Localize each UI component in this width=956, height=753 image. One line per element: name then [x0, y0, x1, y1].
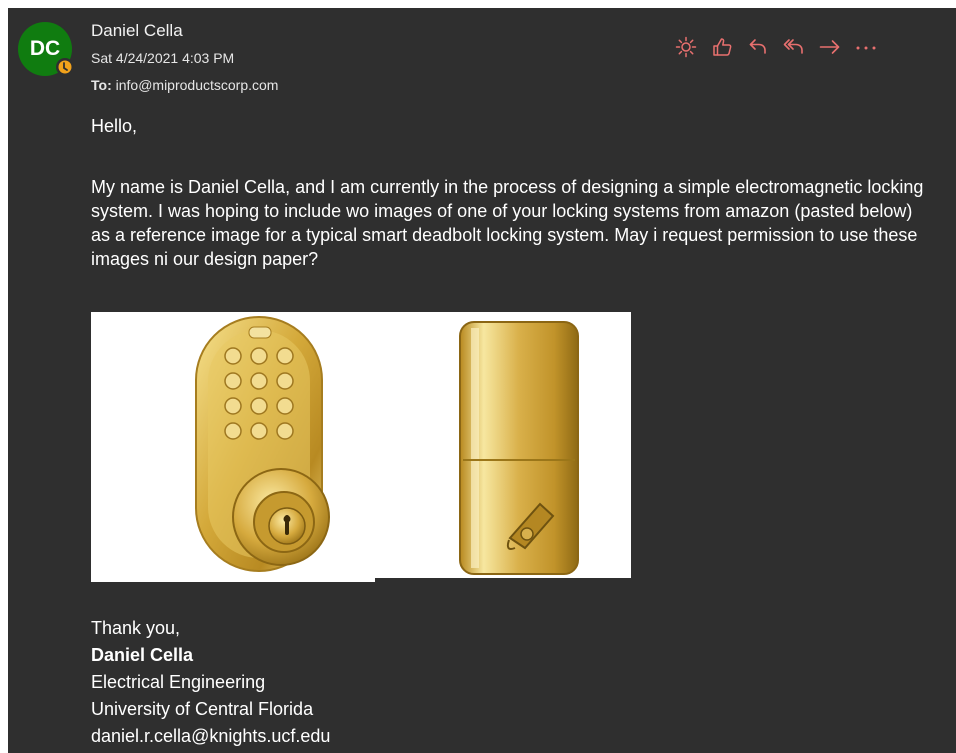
avatar-initials: DC	[29, 37, 61, 60]
interior-lock-image	[375, 312, 631, 578]
signature-block: Thank you, Daniel Cella Electrical Engin…	[91, 615, 330, 750]
message-actions	[668, 34, 884, 60]
reading-pane: DC Daniel Cella Sat 4/24/2021 4:03 PM To…	[8, 8, 956, 753]
sun-icon[interactable]	[668, 34, 704, 60]
sent-date: Sat 4/24/2021 4:03 PM	[91, 50, 235, 66]
sender-name[interactable]: Daniel Cella	[91, 21, 183, 41]
to-address[interactable]: info@miproductscorp.com	[116, 77, 279, 93]
reply-icon[interactable]	[740, 34, 776, 60]
body-paragraph: My name is Daniel Cella, and I am curren…	[91, 177, 924, 269]
presence-away-icon	[56, 58, 74, 76]
keypad-lock-image	[91, 312, 375, 582]
to-label: To:	[91, 77, 112, 93]
reply-all-icon[interactable]	[776, 34, 812, 60]
more-icon[interactable]	[848, 34, 884, 60]
signature-school: University of Central Florida	[91, 699, 314, 719]
recipient-line: To: info@miproductscorp.com	[91, 77, 278, 93]
signature-email[interactable]: daniel.r.cella@knights.ucf.edu	[91, 723, 330, 750]
thumbs-up-icon[interactable]	[704, 34, 740, 60]
signature-department: Electrical Engineering	[91, 672, 266, 692]
greeting: Hello,	[91, 116, 138, 136]
closing: Thank you,	[91, 618, 181, 638]
forward-icon[interactable]	[812, 34, 848, 60]
signature-name: Daniel Cella	[91, 645, 194, 665]
